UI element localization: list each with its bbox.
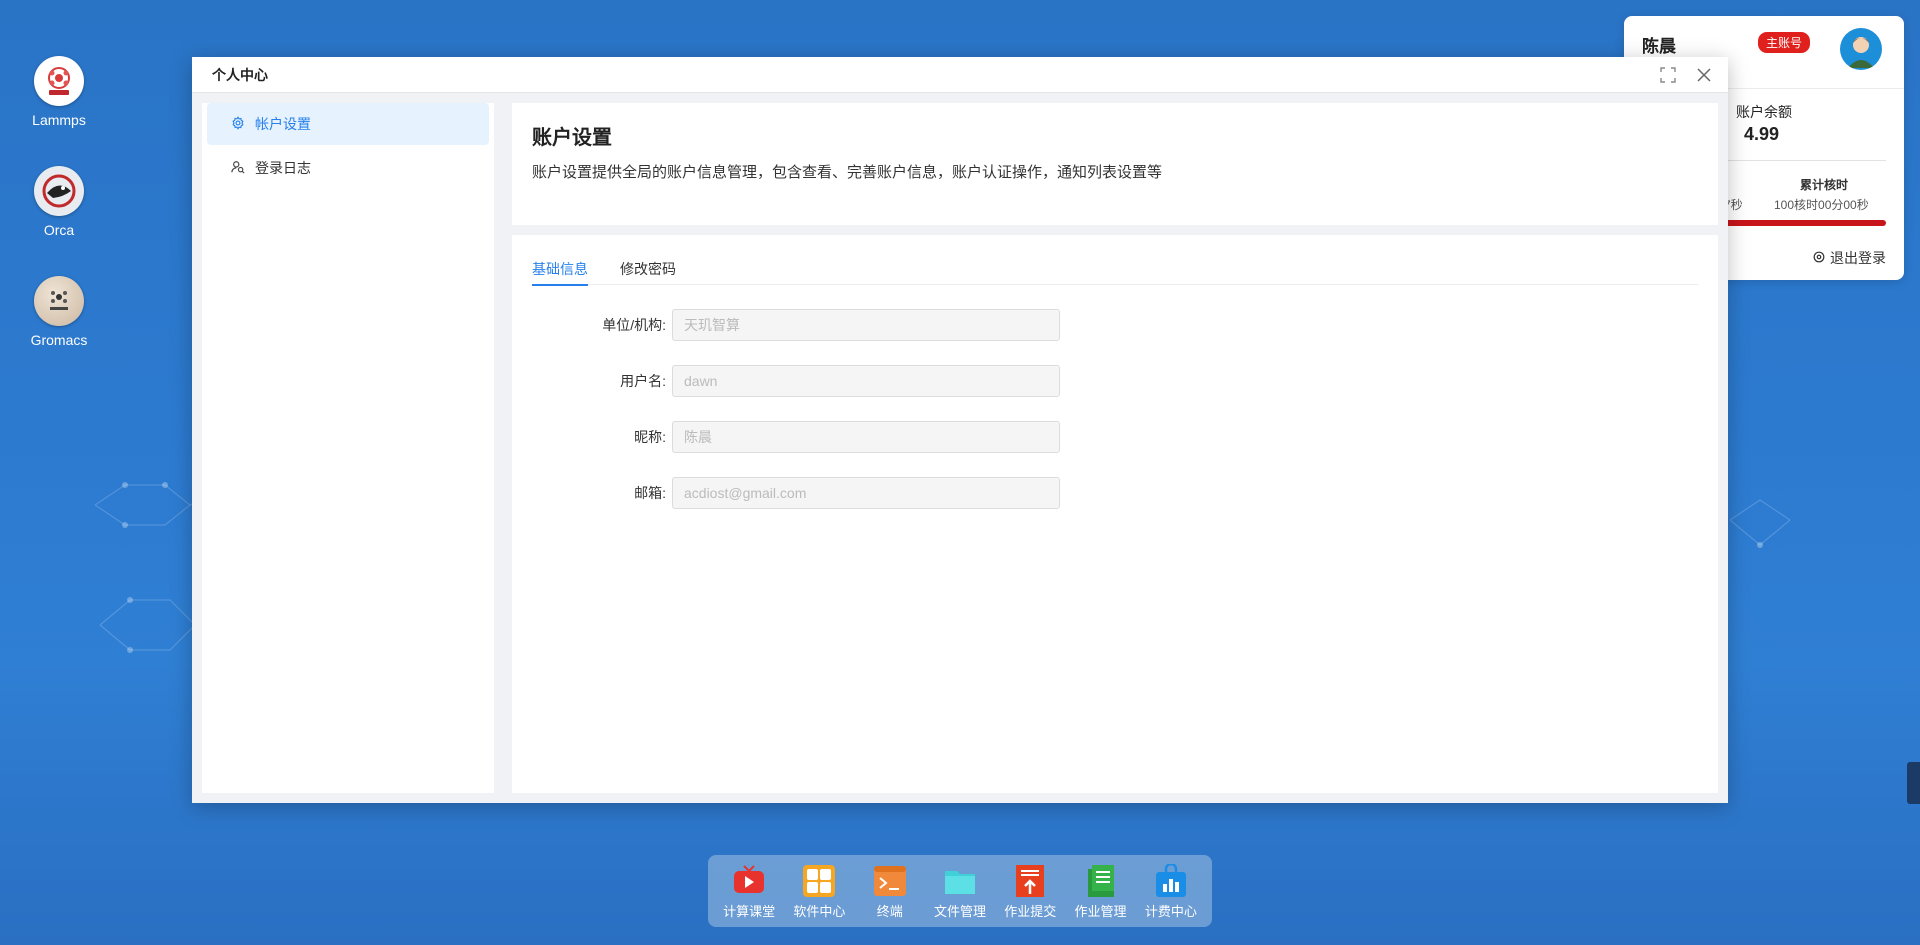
gromacs-icon: [34, 276, 84, 326]
taskbar-item-job-manage[interactable]: 作业管理: [1067, 863, 1135, 920]
desktop-icon-orca[interactable]: Orca: [22, 166, 96, 238]
username-field[interactable]: [672, 365, 1060, 397]
taskbar-item-label: 文件管理: [933, 903, 986, 919]
sidebar-item-label: 帐户设置: [255, 116, 311, 132]
taskbar-item-label: 软件中心: [793, 903, 846, 919]
taskbar: 计算课堂 软件中心 终端 文件管理 作业提交 作业管理 计费中心: [708, 855, 1212, 927]
tab-bar: 基础信息 修改密码: [532, 249, 1698, 286]
user-search-icon: [231, 160, 245, 177]
taskbar-item-computing-class[interactable]: 计算课堂: [715, 863, 783, 920]
desktop-icon-lammps[interactable]: Lammps: [22, 56, 96, 128]
sidebar-item-account-settings[interactable]: 帐户设置: [207, 103, 489, 145]
sidebar-item-login-log[interactable]: 登录日志: [207, 147, 489, 189]
page-header: 账户设置 账户设置提供全局的账户信息管理，包含查看、完善账户信息，账户认证操作，…: [512, 103, 1718, 225]
taskbar-item-terminal[interactable]: 终端: [856, 863, 924, 920]
taskbar-item-software-center[interactable]: 软件中心: [785, 863, 853, 920]
form-row-nickname: 昵称:: [532, 421, 1060, 453]
window-titlebar[interactable]: 个人中心: [192, 57, 1728, 93]
organization-field[interactable]: [672, 309, 1060, 341]
desktop-icon-label: Gromacs: [30, 332, 88, 348]
tv-play-icon: [731, 863, 767, 899]
taskbar-item-label: 计费中心: [1144, 903, 1197, 919]
content-panel: 基础信息 修改密码 单位/机构: 用户名: 昵称: 邮箱:: [512, 235, 1718, 793]
maximize-button[interactable]: [1658, 65, 1678, 85]
taskbar-item-label: 作业提交: [1004, 903, 1057, 919]
desktop-icon-label: Lammps: [32, 112, 86, 128]
bag-chart-icon: [1153, 863, 1189, 899]
window-title: 个人中心: [212, 66, 268, 83]
page-title: 账户设置: [532, 127, 612, 149]
tab-basic-info[interactable]: 基础信息: [532, 249, 588, 286]
gear-icon: [1812, 250, 1826, 267]
close-icon: [1697, 68, 1711, 82]
doc-list-icon: [1083, 863, 1119, 899]
gear-icon: [231, 115, 245, 133]
logout-button[interactable]: 退出登录: [1812, 248, 1886, 268]
folder-icon: [942, 863, 978, 899]
personal-center-window: 个人中心 帐户设置 登录日志 账户设置 账户设置提供全局的账户信息管理，包含查看…: [192, 57, 1728, 803]
account-type-badge: 主账号: [1758, 32, 1811, 53]
taskbar-item-billing-center[interactable]: 计费中心: [1137, 863, 1205, 920]
field-label: 用户名:: [620, 373, 666, 389]
taskbar-item-file-manager[interactable]: 文件管理: [926, 863, 994, 920]
balance-label: 账户余额: [1736, 104, 1792, 120]
taskbar-item-job-submit[interactable]: 作业提交: [996, 863, 1064, 920]
field-label: 昵称:: [634, 429, 666, 445]
terminal-icon: [872, 863, 908, 899]
email-field[interactable]: [672, 477, 1060, 509]
form-row-username: 用户名:: [532, 365, 1060, 397]
page-description: 账户设置提供全局的账户信息管理，包含查看、完善账户信息，账户认证操作，通知列表设…: [532, 164, 1163, 181]
fullscreen-icon: [1660, 67, 1676, 83]
core-hours-value: 100核时00分00秒: [1774, 198, 1869, 212]
side-drawer-handle[interactable]: [1907, 762, 1920, 804]
user-name: 陈晨: [1642, 37, 1676, 56]
field-label: 邮箱:: [634, 485, 666, 501]
close-button[interactable]: [1694, 65, 1714, 85]
logout-label: 退出登录: [1830, 250, 1886, 266]
taskbar-item-label: 终端: [876, 903, 903, 919]
form-row-organization: 单位/机构:: [532, 309, 1060, 341]
lammps-icon: [34, 56, 84, 106]
upload-doc-icon: [1012, 863, 1048, 899]
nickname-field[interactable]: [672, 421, 1060, 453]
sidebar: 帐户设置 登录日志: [202, 103, 494, 793]
field-label: 单位/机构:: [602, 317, 666, 333]
orca-icon: [34, 166, 84, 216]
form-row-email: 邮箱:: [532, 477, 1060, 509]
desktop-icon-gromacs[interactable]: Gromacs: [22, 276, 96, 348]
grid-apps-icon: [801, 863, 837, 899]
avatar[interactable]: [1840, 28, 1882, 70]
sidebar-item-label: 登录日志: [255, 160, 311, 176]
balance-value: 4.99: [1744, 124, 1780, 144]
taskbar-item-label: 作业管理: [1074, 903, 1127, 919]
core-hours-label: 累计核时: [1800, 178, 1849, 192]
taskbar-item-label: 计算课堂: [723, 903, 776, 919]
desktop-icon-label: Orca: [43, 222, 75, 238]
tab-change-password[interactable]: 修改密码: [620, 249, 676, 285]
